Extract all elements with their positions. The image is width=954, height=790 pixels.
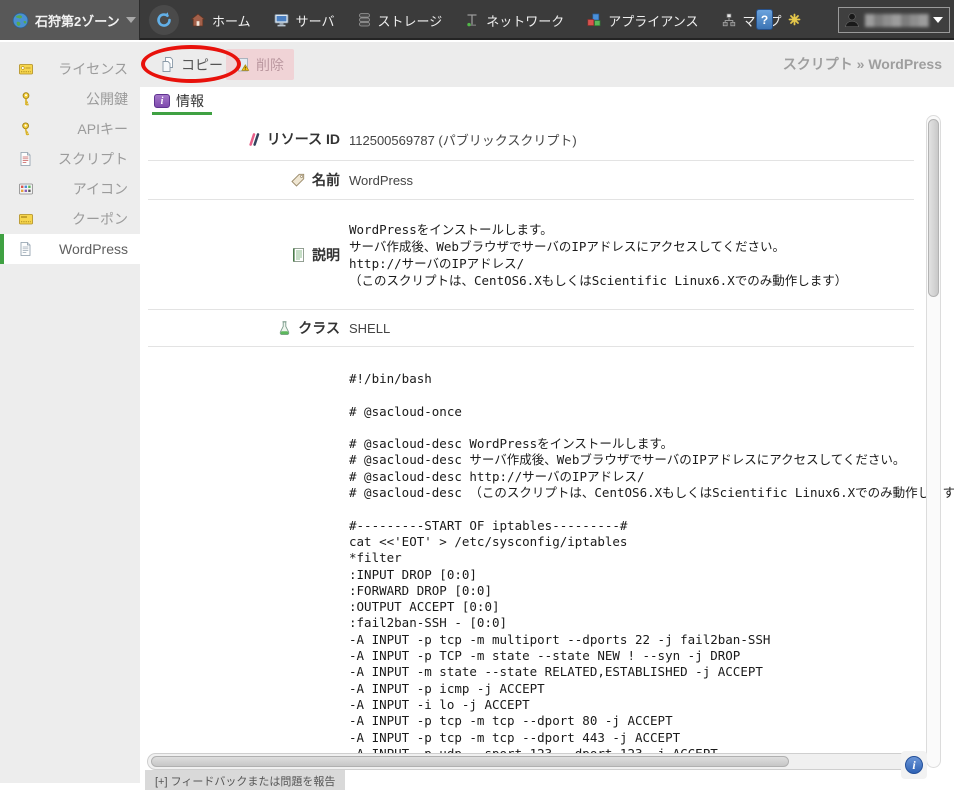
help-icon: ? (761, 13, 768, 27)
class-label: クラス (298, 318, 340, 338)
class-label-cell: クラス (148, 318, 340, 338)
sidebar-item-label: APIキー (77, 119, 128, 139)
sidebar-item-script[interactable]: スクリプト (0, 144, 140, 174)
copy-button[interactable]: コピー (150, 49, 233, 80)
flask-icon (277, 320, 292, 336)
sidebar-item-label: 公開鍵 (86, 89, 128, 109)
user-icon (843, 11, 861, 29)
name-value: WordPress (340, 173, 413, 188)
sidebar-item-api-key[interactable]: APIキー (0, 114, 140, 144)
license-icon (18, 61, 34, 77)
sidebar-item-label: スクリプト (58, 149, 128, 169)
horizontal-scrollbar-thumb[interactable] (151, 756, 789, 767)
info-button[interactable]: i (901, 751, 927, 779)
tab-bar: i 情報 (140, 87, 954, 118)
nav-label: ホーム (212, 11, 251, 30)
zone-label: 石狩第2ゾーン (35, 11, 120, 30)
chevron-down-icon (933, 17, 943, 23)
refresh-button[interactable] (149, 5, 179, 35)
key-icon (18, 121, 34, 137)
nav-item-appliance[interactable]: アプライアンス (586, 11, 698, 30)
coupon-icon (18, 211, 34, 227)
sidebar-item-label: クーポン (72, 209, 128, 229)
zone-selector[interactable]: 石狩第2ゾーン (0, 0, 140, 40)
feedback-link[interactable]: [+] フィードバックまたは問題を報告 (145, 770, 345, 790)
sidebar-item-label: ライセンス (58, 59, 128, 79)
sidebar-item-label: アイコン (73, 179, 128, 199)
server-icon (273, 12, 290, 28)
class-value: SHELL (340, 321, 390, 336)
resource-id-row: リソース ID 112500569787 (パブリックスクリプト) (148, 118, 914, 161)
nav-label: サーバ (296, 11, 335, 30)
storage-icon (357, 12, 372, 28)
vertical-scrollbar-track[interactable] (926, 115, 941, 768)
delete-button-label: 削除 (256, 55, 284, 75)
sidebar-item-icon[interactable]: アイコン (0, 174, 140, 204)
class-row: クラス SHELL (148, 310, 914, 347)
appliance-icon (586, 12, 602, 28)
description-row: 説明 WordPressをインストールします。 サーバ作成後、Webブラウザでサ… (148, 200, 914, 310)
delete-button-disabled[interactable]: 削除 (226, 49, 294, 80)
description-label-cell: 説明 (148, 245, 340, 265)
resource-id-label: リソース ID (267, 129, 340, 149)
delete-icon (236, 57, 251, 73)
home-icon (190, 12, 206, 28)
action-toolbar: コピー 削除 スクリプト » WordPress (140, 42, 954, 87)
tag-icon (290, 172, 306, 188)
sidebar-item-license[interactable]: ライセンス (0, 54, 140, 84)
notebook-icon (291, 247, 306, 263)
name-row: 名前 WordPress (148, 161, 914, 200)
nav-item-network[interactable]: ネットワーク (464, 11, 564, 30)
info-icon: i (905, 756, 923, 774)
name-label: 名前 (312, 170, 340, 190)
horizontal-scrollbar-track[interactable] (147, 753, 919, 770)
nav-label: ネットワーク (486, 11, 564, 30)
user-account-menu[interactable] (838, 7, 950, 33)
help-button[interactable]: ? (756, 9, 773, 30)
sidebar: ライセンス 公開鍵 APIキー スクリプト アイコン クーポン WordPr (0, 42, 140, 783)
map-icon (721, 12, 737, 28)
script-source-code[interactable]: #!/bin/bash # @sacloud-once # @sacloud-d… (349, 371, 954, 762)
nav-label: アプライアンス (608, 11, 698, 30)
resource-id-icon (246, 132, 261, 147)
document-icon (18, 241, 33, 257)
sidebar-item-public-key[interactable]: 公開鍵 (0, 84, 140, 114)
copy-button-label: コピー (181, 55, 223, 75)
description-value: WordPressをインストールします。 サーバ作成後、Webブラウザでサーバの… (340, 221, 847, 289)
sakura-cloud-console: { "topbar": { "zone_label": "石狩第2ゾーン", "… (0, 0, 954, 783)
resource-id-value: 112500569787 (パブリックスクリプト) (340, 130, 577, 149)
chevron-down-icon (126, 17, 136, 23)
nav-item-server[interactable]: サーバ (273, 11, 335, 30)
main-navigation: ホーム サーバ ストレージ ネットワーク アプライアンス (190, 0, 782, 40)
name-label-cell: 名前 (148, 170, 340, 190)
info-tab-icon: i (154, 94, 170, 108)
description-label: 説明 (312, 245, 340, 265)
resource-id-label-cell: リソース ID (148, 129, 340, 149)
nav-label: ストレージ (378, 11, 443, 30)
document-icon (18, 151, 33, 167)
sidebar-item-wordpress[interactable]: WordPress (0, 234, 140, 264)
tab-info-label: 情報 (176, 91, 204, 111)
user-name-redacted (865, 14, 929, 27)
key-icon (18, 91, 34, 107)
icon-grid-icon (18, 181, 34, 197)
copy-icon (160, 56, 176, 73)
refresh-icon (155, 11, 173, 29)
nav-item-storage[interactable]: ストレージ (357, 11, 443, 30)
sidebar-item-label: WordPress (59, 241, 128, 257)
vertical-scrollbar-thumb[interactable] (928, 119, 939, 297)
active-tab-indicator (152, 112, 212, 115)
star-icon (788, 13, 801, 26)
globe-icon (12, 12, 29, 29)
breadcrumb: スクリプト » WordPress (783, 54, 942, 74)
network-icon (464, 12, 480, 28)
nav-item-home[interactable]: ホーム (190, 11, 251, 30)
sidebar-item-coupon[interactable]: クーポン (0, 204, 140, 234)
top-navigation-bar: 石狩第2ゾーン ホーム サーバ ストレージ (0, 0, 954, 40)
script-detail-panel: リソース ID 112500569787 (パブリックスクリプト) 名前 Wor… (140, 118, 954, 783)
